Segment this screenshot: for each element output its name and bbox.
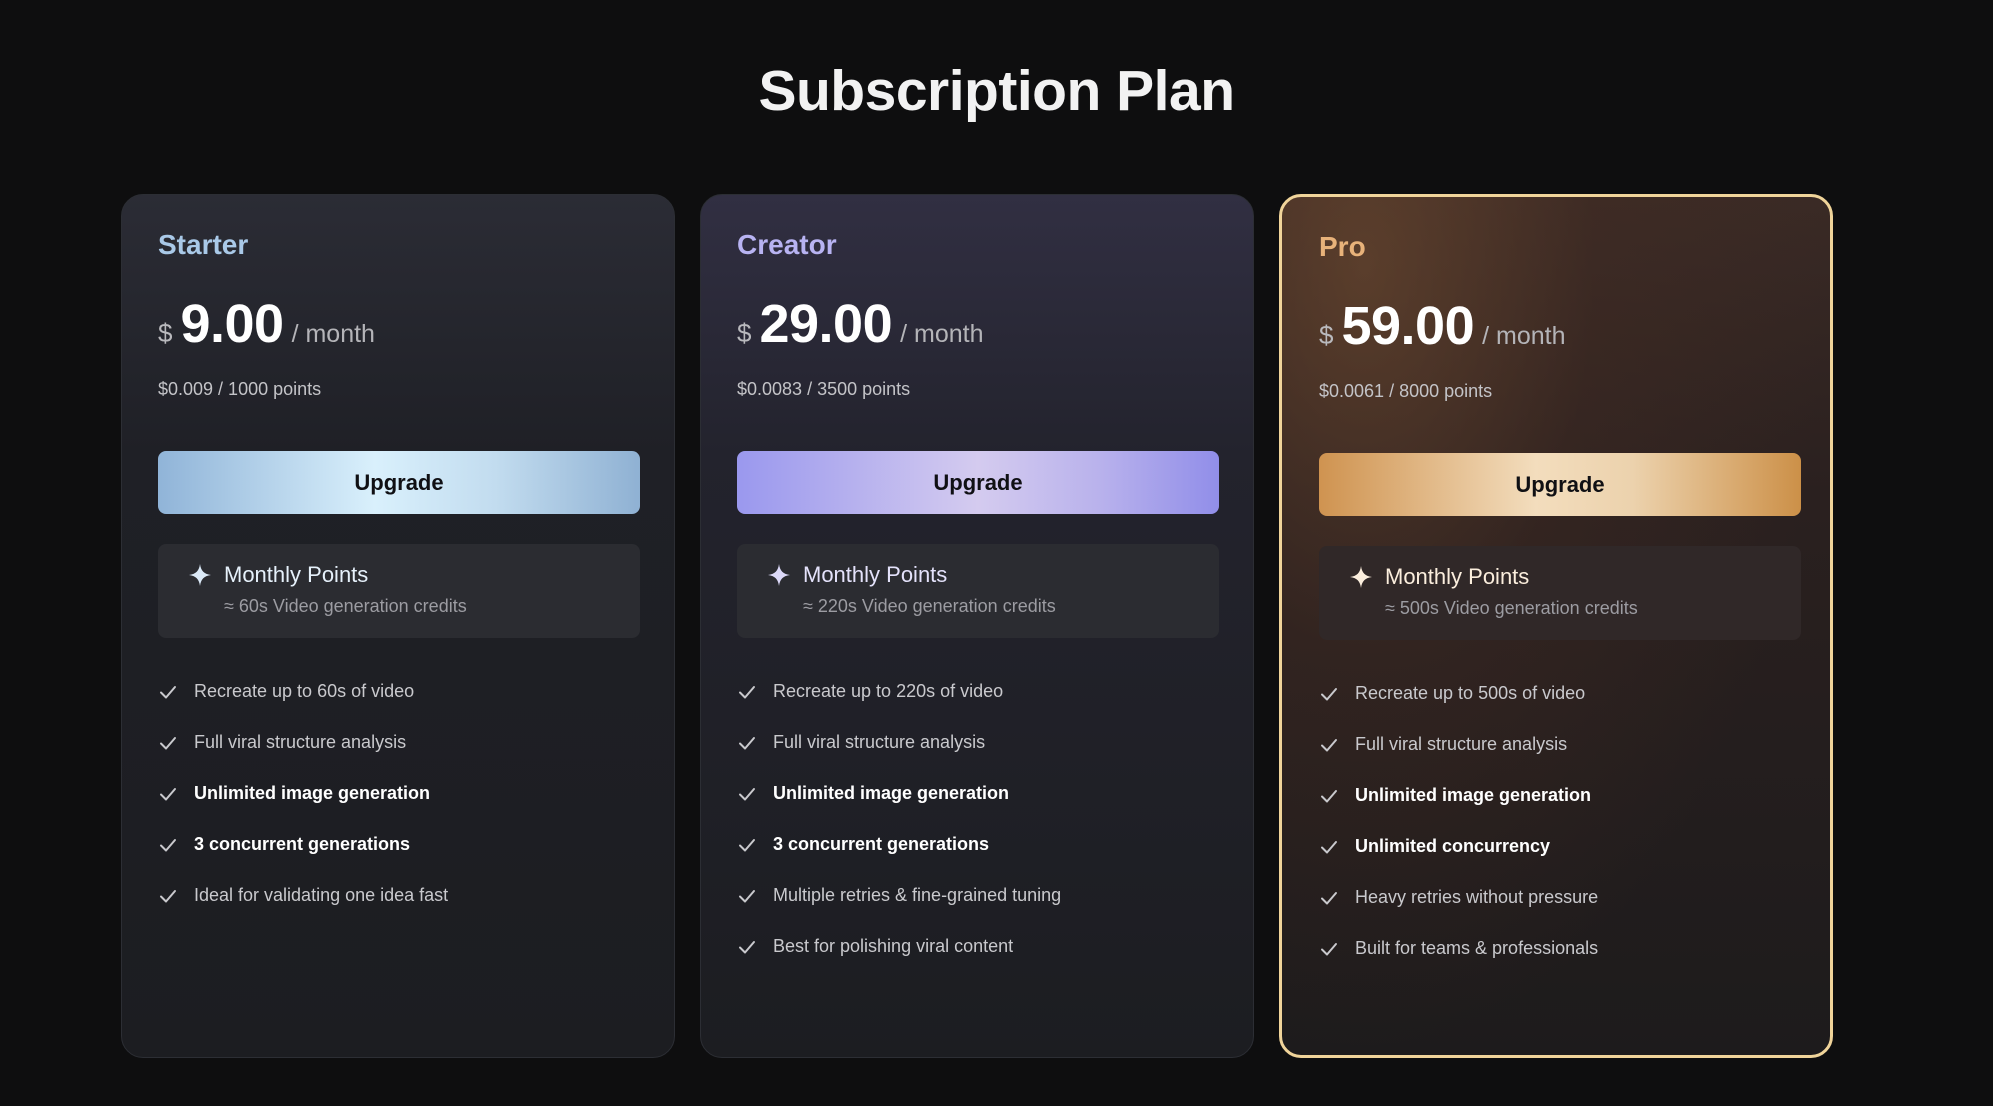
feature-text: Multiple retries & fine-grained tuning <box>773 885 1062 905</box>
monthly-points-title: Monthly Points <box>1385 564 1530 589</box>
feature-text: 3 concurrent generations <box>194 834 411 854</box>
monthly-points-credits: ≈ 220s Video generation credits <box>803 596 1056 616</box>
price-amount: 29.00 <box>759 294 893 354</box>
price-row: $ 29.00 / month <box>737 293 1217 354</box>
check-icon <box>1319 735 1339 755</box>
check-icon <box>158 886 178 906</box>
price-period: / month <box>900 320 984 348</box>
plan-name: Creator <box>737 229 837 260</box>
monthly-points-header: Monthly Points <box>767 560 1219 590</box>
upgrade-button-creator[interactable]: Upgrade <box>737 451 1219 514</box>
plan-card-pro: Pro $ 59.00 / month $0.0061 / 8000 point… <box>1279 194 1833 1058</box>
feature-text: Unlimited concurrency <box>1355 836 1551 856</box>
feature-list: Recreate up to 220s of video Full viral … <box>737 666 1217 972</box>
feature-item: Ideal for validating one idea fast <box>158 870 638 921</box>
plan-name: Pro <box>1319 231 1366 262</box>
monthly-points-header: Monthly Points <box>188 560 640 590</box>
feature-item: 3 concurrent generations <box>737 819 1217 870</box>
check-icon <box>1319 888 1339 908</box>
check-icon <box>737 733 757 753</box>
feature-text: Recreate up to 60s of video <box>194 681 415 701</box>
currency-symbol: $ <box>158 318 173 348</box>
check-icon <box>1319 786 1339 806</box>
price-amount: 59.00 <box>1341 296 1475 356</box>
check-icon <box>158 835 178 855</box>
feature-item: Built for teams & professionals <box>1319 923 1794 974</box>
feature-item: Best for polishing viral content <box>737 921 1217 972</box>
plans-container: Starter $ 9.00 / month $0.009 / 1000 poi… <box>121 194 1833 1058</box>
page-title: Subscription Plan <box>758 59 1235 123</box>
currency-symbol: $ <box>1319 320 1334 350</box>
check-icon <box>737 835 757 855</box>
feature-item: Full viral structure analysis <box>737 717 1217 768</box>
price-row: $ 59.00 / month <box>1319 295 1794 356</box>
feature-item: Full viral structure analysis <box>1319 719 1794 770</box>
feature-list: Recreate up to 60s of video Full viral s… <box>158 666 638 921</box>
check-icon <box>158 784 178 804</box>
feature-item: Unlimited concurrency <box>1319 821 1794 872</box>
feature-text: Full viral structure analysis <box>194 732 407 752</box>
feature-text: Recreate up to 220s of video <box>773 681 1004 701</box>
sparkle-icon <box>1349 565 1373 589</box>
check-icon <box>737 682 757 702</box>
feature-text: 3 concurrent generations <box>773 834 990 854</box>
feature-text: Ideal for validating one idea fast <box>194 885 449 905</box>
feature-list: Recreate up to 500s of video Full viral … <box>1319 668 1794 974</box>
monthly-points-box: Monthly Points ≈ 60s Video generation cr… <box>158 544 640 638</box>
price-row: $ 9.00 / month <box>158 293 638 354</box>
upgrade-button-pro[interactable]: Upgrade <box>1319 453 1801 516</box>
price-amount: 9.00 <box>180 294 284 354</box>
feature-text: Full viral structure analysis <box>773 732 986 752</box>
feature-text: Best for polishing viral content <box>773 936 1014 956</box>
feature-text: Heavy retries without pressure <box>1355 887 1599 907</box>
monthly-points-box: Monthly Points ≈ 500s Video generation c… <box>1319 546 1801 640</box>
monthly-points-credits: ≈ 60s Video generation credits <box>224 596 467 616</box>
feature-item: Recreate up to 500s of video <box>1319 668 1794 719</box>
feature-text: Unlimited image generation <box>194 783 431 803</box>
monthly-points-header: Monthly Points <box>1349 562 1801 592</box>
pricing-page: Subscription Plan Starter $ 9.00 / month… <box>0 0 1993 1106</box>
feature-item: Heavy retries without pressure <box>1319 872 1794 923</box>
feature-item: Multiple retries & fine-grained tuning <box>737 870 1217 921</box>
check-icon <box>737 937 757 957</box>
plan-card-starter: Starter $ 9.00 / month $0.009 / 1000 poi… <box>121 194 675 1058</box>
monthly-points-credits: ≈ 500s Video generation credits <box>1385 598 1638 618</box>
feature-text: Unlimited image generation <box>1355 785 1592 805</box>
feature-text: Full viral structure analysis <box>1355 734 1568 754</box>
feature-text: Unlimited image generation <box>773 783 1010 803</box>
sparkle-icon <box>767 563 791 587</box>
check-icon <box>158 733 178 753</box>
check-icon <box>737 784 757 804</box>
feature-item: Unlimited image generation <box>737 768 1217 819</box>
check-icon <box>1319 684 1339 704</box>
currency-symbol: $ <box>737 318 752 348</box>
feature-item: Unlimited image generation <box>1319 770 1794 821</box>
unit-price: $0.009 / 1000 points <box>158 379 322 399</box>
sparkle-icon <box>188 563 212 587</box>
plan-card-creator: Creator $ 29.00 / month $0.0083 / 3500 p… <box>700 194 1254 1058</box>
check-icon <box>158 682 178 702</box>
monthly-points-title: Monthly Points <box>224 562 369 587</box>
price-period: / month <box>1482 322 1566 350</box>
plan-name: Starter <box>158 229 249 260</box>
feature-item: 3 concurrent generations <box>158 819 638 870</box>
unit-price: $0.0083 / 3500 points <box>737 379 911 399</box>
price-period: / month <box>291 320 375 348</box>
feature-text: Built for teams & professionals <box>1355 938 1599 958</box>
upgrade-button-starter[interactable]: Upgrade <box>158 451 640 514</box>
monthly-points-title: Monthly Points <box>803 562 948 587</box>
monthly-points-box: Monthly Points ≈ 220s Video generation c… <box>737 544 1219 638</box>
check-icon <box>1319 837 1339 857</box>
check-icon <box>1319 939 1339 959</box>
feature-item: Recreate up to 220s of video <box>737 666 1217 717</box>
feature-item: Recreate up to 60s of video <box>158 666 638 717</box>
feature-text: Recreate up to 500s of video <box>1355 683 1586 703</box>
unit-price: $0.0061 / 8000 points <box>1319 381 1493 401</box>
feature-item: Full viral structure analysis <box>158 717 638 768</box>
check-icon <box>737 886 757 906</box>
feature-item: Unlimited image generation <box>158 768 638 819</box>
